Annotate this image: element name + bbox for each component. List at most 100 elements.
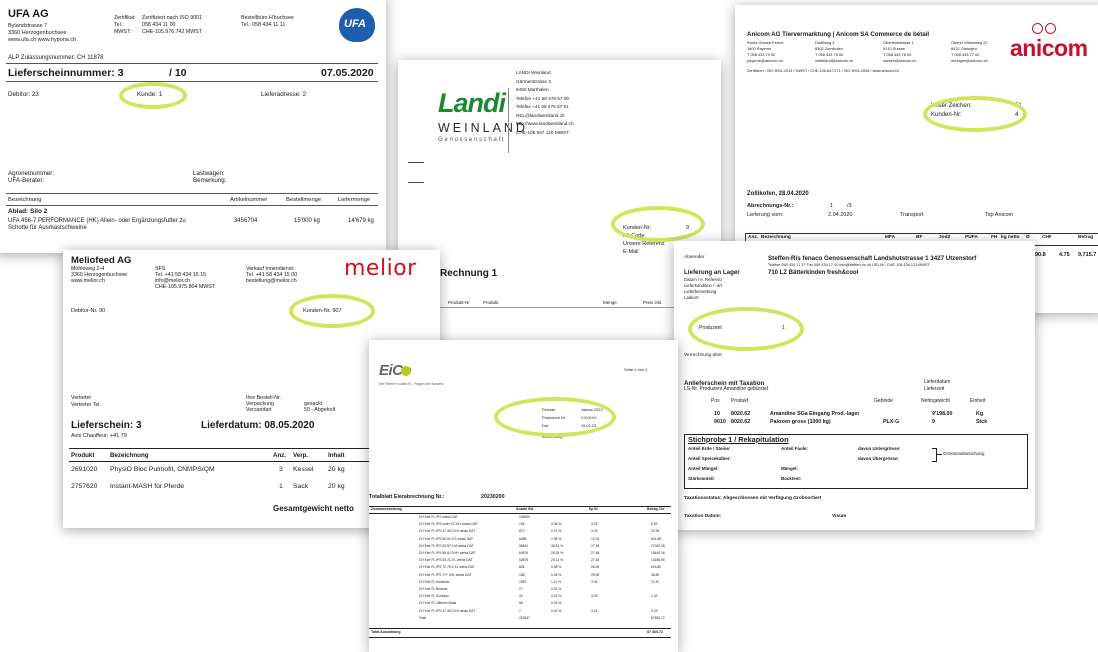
ufa-ablad: Ablad: Silo 2 [8, 208, 48, 215]
anicom-header: Anicom AG Tiervermarktung | Anicom SA Co… [747, 31, 930, 38]
eico-cell: 18440.16 [651, 551, 665, 555]
fenaco-col-header: Pos [711, 398, 720, 404]
eico-field-label: Produzent Nr. [542, 415, 566, 420]
eico-cell: 601.66 [651, 536, 662, 541]
ufa-col-header: Artikelnummer [230, 197, 268, 203]
anicom-col-header: CHF [1042, 235, 1052, 240]
highlight-ring [611, 206, 705, 242]
anicom-col-header: Betrag [1078, 235, 1094, 240]
anicom-abr-value: 1 [830, 203, 834, 209]
melior-cell: 20 kg [328, 483, 345, 490]
landi-info-line: CHE-105.947.120 MWST [516, 129, 570, 135]
eico-cell: CH Eier FL IPS 72-75.9 XL weiss DAT [419, 565, 475, 570]
eico-cell: 98461 [519, 543, 529, 548]
ufa-col-header: Bestellmenge [286, 197, 322, 203]
anicom-col-header: Anz. [748, 235, 759, 240]
eico-cell: CH Eier FL Bruteier [419, 587, 448, 591]
fenaco-grid-cell: Backtest: [781, 476, 802, 481]
fenaco-lieferzeit: Lieferzeit [924, 386, 945, 392]
eico-footer-label: Total Auszahlung [371, 630, 401, 634]
eico-cell: 28.25 % [551, 551, 564, 555]
melior-cell: 3 [279, 466, 283, 473]
ufa-address: Bylandstrasse 7 [8, 23, 48, 29]
ufa-berater: UFA-Berater: [8, 177, 45, 184]
ufa-cert-label: MWST: [114, 29, 132, 35]
landi-info-line: REL@landiweinland.ch [516, 112, 565, 118]
ufa-document: UFA AG Bylandstrasse 7 3360 Herzogenbuch… [0, 0, 386, 253]
anicom-address-line: 1800 Payerne [747, 46, 772, 51]
eico-cell: 0.03 % [551, 601, 562, 606]
eico-cell: 1.11 % [551, 579, 562, 584]
eico-cell: 6456 [519, 536, 527, 541]
anicom-address-line: T 058 433 79 00 [815, 52, 844, 57]
ufa-address: 3360 Herzogenbuchsee [8, 30, 67, 36]
eico-cell: 27020.35 [651, 543, 665, 548]
landi-logo: Landi WEINLAND Genossenschaft [438, 88, 525, 158]
landi-mark [408, 162, 424, 163]
melior-total: Gesamtgewicht netto [273, 504, 354, 513]
eico-cell: 0.02 % [551, 594, 562, 599]
fenaco-taxstatus: Taxationsstatus: Abgeschlossen mit Verfü… [684, 496, 822, 501]
fenaco-grid-cell: Anteil Faule: [781, 446, 809, 451]
eico-cell: 27.45 [591, 551, 600, 555]
ufa-item: Schotte für Ausmastschweine [8, 225, 87, 231]
anicom-address-line: T 058 433 79 50 [747, 52, 776, 57]
eico-cell: 0.01 % [551, 587, 562, 591]
egg-icon [401, 366, 411, 376]
anicom-row-value: 9,715.7 [1078, 252, 1097, 258]
fenaco-document: Absender Steffen-Ris fenaco Genossenscha… [674, 241, 1035, 530]
anicom-row-value: 4.75 [1059, 252, 1070, 258]
fenaco-col-header: Einheit [970, 398, 986, 404]
fenaco-lager: Lieferung an Lager [684, 269, 740, 276]
ufa-date: 07.05.2020 [321, 67, 374, 79]
fenaco-cell: 10 [714, 411, 720, 417]
anicom-address-line: Route Grosse-Ferme [747, 40, 784, 45]
ufa-bestell: 15'000 kg [294, 218, 320, 224]
ufa-cert-value: 058 434 11 00 [142, 22, 176, 28]
ufa-company: UFA AG [8, 8, 49, 20]
fenaco-absender: Absender [684, 255, 705, 260]
fenaco-cell: PLX-G [883, 419, 900, 425]
melior-cell: PhysiO Bloc Pulmofit, CNf/IPS/QM [110, 466, 215, 473]
ufa-rule [6, 205, 378, 206]
eico-cell: 64976 [519, 551, 529, 555]
fenaco-grid-cell: Anteil Erde / Steine: [688, 446, 731, 451]
anicom-address-line: Oberer Wisenweg 22 [951, 40, 988, 45]
ufa-artnr: 3456704 [234, 218, 258, 224]
eico-cell: 0.38 % [551, 565, 562, 570]
melior-verkauf: bestellung@melior.ch [246, 278, 297, 284]
eico-cell: CH Eier FL IPS 58-62.9 M+ weiss DAT [419, 551, 476, 555]
anicom-address-line: sursee@anicom.ch [883, 58, 917, 63]
eico-slogan: Der Partner in allen Ei - Fragen der Sch… [379, 382, 444, 386]
melior-lieferdatum: Lieferdatum: 08.05.2020 [201, 420, 315, 431]
fenaco-col-header: Produkt [731, 398, 749, 404]
fenaco-cell: 9010 [714, 419, 726, 425]
fenaco-cell: Kg [976, 411, 984, 417]
melior-col-header: Produkt [71, 452, 95, 459]
fenaco-grossen: Grössenabweichung: [943, 451, 986, 456]
fenaco-taxdatum: Taxation Datum: [684, 514, 722, 519]
landi-header-rule [438, 307, 708, 308]
anicom-address-line: Oberfeldstrasse 1 [883, 40, 914, 45]
eico-cell: 0.37 % [551, 529, 562, 534]
fenaco-grid-cell: Stärkeanteil: [688, 476, 716, 481]
anicom-col-header: Ø [1026, 235, 1030, 240]
eico-cell: CH Eier FL Knickeier [419, 579, 450, 584]
eico-cell: CH Eier FL IPS 47-49.0 XS weiss DAT [419, 529, 476, 534]
eico-cell: 0.00 % [551, 608, 562, 613]
landi-info-line: LANDI Weinland [516, 70, 551, 75]
ufa-web: www.ufa.ch www.hypona.ch [8, 37, 77, 43]
ufa-item: UFA 456-7 PERFORMANCE (HK) Allein- oder … [8, 218, 186, 224]
ufa-col-header: Bezeichnung [8, 197, 42, 203]
landi-col-header: Menge [603, 300, 617, 305]
melior-cell: Sack [293, 483, 309, 490]
landi-col-header: Produkt-Nr [448, 300, 470, 305]
fenaco-col-header: Nettogewicht [921, 398, 950, 404]
eico-cell: 0.08 % [551, 572, 562, 577]
eico-cell: 44 [519, 594, 523, 599]
melior-vertreter: Vertreter [71, 395, 92, 401]
highlight-ring [923, 96, 1027, 132]
anicom-address-line: Dörfliweg 4 [815, 40, 835, 45]
anicom-place-date: Zollikofen, 28.04.2020 [747, 191, 809, 197]
landi-col-header: Produkt [483, 300, 499, 305]
